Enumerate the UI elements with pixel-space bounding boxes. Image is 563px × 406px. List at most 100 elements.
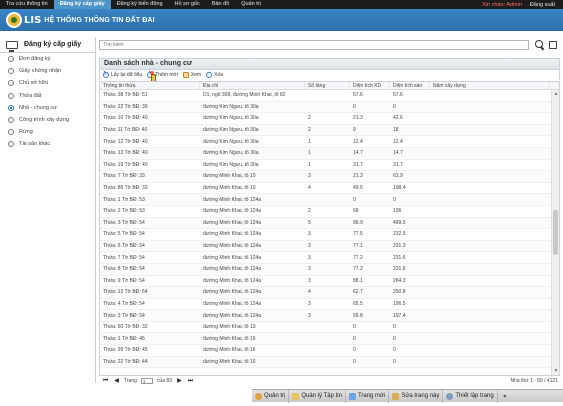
table-cell: đường Minh Khai, tổ 10 <box>203 185 256 192</box>
table-cell: đường Minh Khai, tổ 124a <box>203 289 262 296</box>
table-row[interactable]: Thửa: 13 Tờ BĐ: 40 đường Kim Ngưu, tổ 30a… <box>100 147 551 160</box>
first-page-icon[interactable]: ⏮ <box>102 378 109 385</box>
table-cell: Thửa: 3 Tờ BĐ: 54 <box>103 312 145 319</box>
sidebar-item-rung[interactable]: Rừng <box>0 126 95 138</box>
sidebar-item-giay-chung-nhan[interactable]: Giấy chứng nhận <box>0 65 95 77</box>
table-row[interactable]: Thửa: 7 Tờ BĐ: 54 đường Minh Khai, tổ 124… <box>100 252 551 264</box>
table-row[interactable]: Thửa: 6 Tờ BĐ: 54 đường Minh Khai, tổ 124… <box>100 240 551 253</box>
table-cell: Thửa: 1 Tờ BĐ: 53 <box>103 196 145 203</box>
nav-ho-so-goc[interactable]: Hồ sơ gốc <box>169 0 206 9</box>
table-cell: 65.5 <box>353 300 363 307</box>
sidebar-item-label: Chủ sở hữu <box>19 80 49 87</box>
table-row[interactable]: Thửa: 19 Tờ BĐ: 40 đường Kim Ngưu, tổ 30a… <box>100 160 551 172</box>
new-page-button[interactable]: Trang mới <box>346 389 390 403</box>
table-cell: 3 <box>308 231 311 238</box>
table-row[interactable]: Thửa: 22 Tờ BĐ: 44 đường Minh Khai, tổ 16… <box>100 356 551 369</box>
table-cell: 0 <box>353 335 356 342</box>
table-row[interactable]: Thửa: 8 Tờ BĐ: 54 đường Minh Khai, tổ 124… <box>100 263 551 276</box>
table-row[interactable]: Thửa: 3 Tờ BĐ: 54 đường Minh Khai, tổ 124… <box>100 217 551 230</box>
vertical-scrollbar[interactable]: ▲ ▼ <box>551 90 559 375</box>
sidebar-item-thua-dat[interactable]: Thửa đất <box>0 90 95 102</box>
table-cell: đường Minh Khai, tổ 124a <box>203 219 262 226</box>
table-cell: đường Minh Khai, tổ 124a <box>203 243 262 250</box>
sidebar-item-nha-chung-cu[interactable]: Nhà - chung cư <box>0 102 95 114</box>
pagination: ⏮ ◀ Trang 1 của 83 ▶ ⏭ Nhà thứ 1 - 50 / … <box>99 377 560 385</box>
table-row[interactable]: Thửa: 38 Tờ BĐ: 51 D1, ngõ 308, đường Min… <box>100 90 551 102</box>
key-icon <box>255 392 262 400</box>
table-row[interactable]: Thửa: 11 Tờ BĐ: 40 đường Kim Ngưu, tổ 30a… <box>100 124 551 137</box>
table-row[interactable]: Thửa: 89 Tờ BĐ: 33 đường Minh Khai, tổ 10… <box>100 183 551 195</box>
nav-dang-ky-cap-giay[interactable]: Đăng ký cấp giấy <box>53 0 111 9</box>
table-row[interactable]: Thửa: 2 Tờ BĐ: 53 đường Minh Khai, tổ 124… <box>100 206 551 218</box>
table-row[interactable]: Thửa: 3 Tờ BĐ: 54 đường Minh Khai, tổ 124… <box>100 310 551 322</box>
table-cell: 77.2 <box>353 254 363 261</box>
table-row[interactable]: Thửa: 5 Tờ BĐ: 54 đường Minh Khai, tổ 124… <box>100 229 551 241</box>
table-row[interactable]: Thửa: 10 Tờ BĐ: 40 đường Kim Ngưu, tổ 30a… <box>100 113 551 125</box>
table-row[interactable]: Thửa: 1 Tờ BĐ: 45 đường Minh Khai, tổ 16 0… <box>100 333 551 346</box>
sidebar-item-cong-trinh[interactable]: Công trình xây dựng <box>0 114 95 126</box>
table-cell: đường Minh Khai, tổ 16 <box>203 358 256 365</box>
nav-dang-ky-bien-dong[interactable]: Đăng ký biến động <box>111 0 169 9</box>
table-cell: 1 <box>308 138 311 145</box>
column-header-so-tang[interactable]: Số tầng <box>305 82 350 89</box>
expand-toolbar-button[interactable]: ▾ <box>498 390 512 403</box>
page-number-input[interactable]: 1 <box>140 378 153 384</box>
logout-link[interactable]: Đăng xuất <box>530 2 555 8</box>
sidebar-item-tai-san-khac[interactable]: Tài sản khác <box>0 138 95 150</box>
table-cell: 197.4 <box>393 312 406 319</box>
admin-button[interactable]: Quản trị <box>252 389 290 403</box>
radio-icon <box>8 68 14 75</box>
table-row[interactable]: Thửa: 4 Tờ BĐ: 54 đường Minh Khai, tổ 124… <box>100 299 551 311</box>
nav-tra-cuu[interactable]: Tra cứu thông tin <box>0 0 54 9</box>
table-row[interactable]: Thửa: 7 Tờ BĐ: 33 đường Minh Khai, tổ 10 3… <box>100 171 551 183</box>
app-logo[interactable]: LIS <box>6 12 41 28</box>
radio-icon <box>8 129 14 136</box>
column-header-dia-chi[interactable]: Địa chỉ <box>200 82 305 89</box>
scroll-up-icon[interactable]: ▲ <box>553 91 559 97</box>
column-header-dien-tich-san[interactable]: Diện tích sàn <box>390 82 430 89</box>
table-cell: 9 <box>353 127 356 134</box>
last-page-icon[interactable]: ⏭ <box>187 378 194 385</box>
sidebar-item-label: Rừng <box>19 129 33 136</box>
table-row[interactable]: Thửa: 12 Tờ BĐ: 40 đường Kim Ngưu, tổ 30a… <box>100 136 551 148</box>
table-cell: 3 <box>308 312 311 319</box>
table-cell: 57.6 <box>393 92 403 99</box>
table-row[interactable]: Thửa: 12 Tờ BĐ: 54 đường Minh Khai, tổ 12… <box>100 287 551 299</box>
nav-ban-do[interactable]: Bản đồ <box>206 0 235 9</box>
edit-page-button[interactable]: Sửa trang này <box>389 389 444 403</box>
grid-header: Thông tin thửa Địa chỉ Số tầng Diện tích… <box>100 82 559 90</box>
table-cell: Thửa: 10 Tờ BĐ: 40 <box>103 115 148 122</box>
refresh-button[interactable]: Lấy lại dữ liệu <box>103 70 142 78</box>
table-cell: Thửa: 22 Tờ BĐ: 39 <box>103 103 148 110</box>
search-input[interactable] <box>99 40 529 50</box>
scroll-thumb[interactable] <box>553 210 558 255</box>
delete-button[interactable]: Xóa <box>206 70 223 78</box>
next-page-icon[interactable]: ▶ <box>176 378 183 385</box>
filter-checkbox[interactable] <box>549 41 557 49</box>
sidebar-item-chu-so-huu[interactable]: Chủ sở hữu <box>0 77 95 89</box>
nav-quan-tri[interactable]: Quản trị <box>235 0 267 9</box>
table-cell: 0 <box>393 347 396 354</box>
column-header-thong-tin-thua[interactable]: Thông tin thửa <box>100 82 200 89</box>
table-row[interactable]: Thửa: 22 Tờ BĐ: 39 đường Kim Ngưu, tổ 30a… <box>100 101 551 114</box>
view-button[interactable]: Xem <box>182 72 201 78</box>
table-cell: Thửa: 60 Tờ BĐ: 32 <box>103 324 148 331</box>
table-cell: 99.9 <box>353 219 363 226</box>
table-cell: Thửa: 4 Tờ BĐ: 54 <box>103 300 145 307</box>
table-row[interactable]: Thửa: 99 Tờ BĐ: 45 đường Minh Khai, tổ 16… <box>100 345 551 357</box>
column-header-dien-tich-xd[interactable]: Diện tích XD <box>350 82 390 89</box>
chevron-down-icon: ▾ <box>503 393 507 400</box>
file-manager-button[interactable]: Quản lý Tập tin <box>289 389 346 403</box>
column-header-nam-xay-dung[interactable]: Năm xây dựng <box>430 82 550 89</box>
search-icon[interactable] <box>535 40 545 50</box>
sidebar-item-don-dang-ky[interactable]: Đơn đăng ký <box>0 53 95 65</box>
table-row[interactable]: Thửa: 1 Tờ BĐ: 53 đường Minh Khai, tổ 124… <box>100 194 551 206</box>
settings-icon <box>446 392 454 400</box>
scroll-down-icon[interactable]: ▼ <box>553 368 559 374</box>
table-cell: Thửa: 5 Tờ BĐ: 54 <box>103 231 145 238</box>
table-row[interactable]: Thửa: 60 Tờ BĐ: 32 đường Minh Khai, tổ 13… <box>100 322 551 334</box>
table-row[interactable]: Thửa: 9 Tờ BĐ: 54 đường Minh Khai, tổ 124… <box>100 276 551 288</box>
page-settings-button[interactable]: Thiết lập trang <box>443 389 498 403</box>
prev-page-icon[interactable]: ◀ <box>113 378 120 385</box>
table-cell: đường Minh Khai, tổ 124a <box>203 300 262 307</box>
